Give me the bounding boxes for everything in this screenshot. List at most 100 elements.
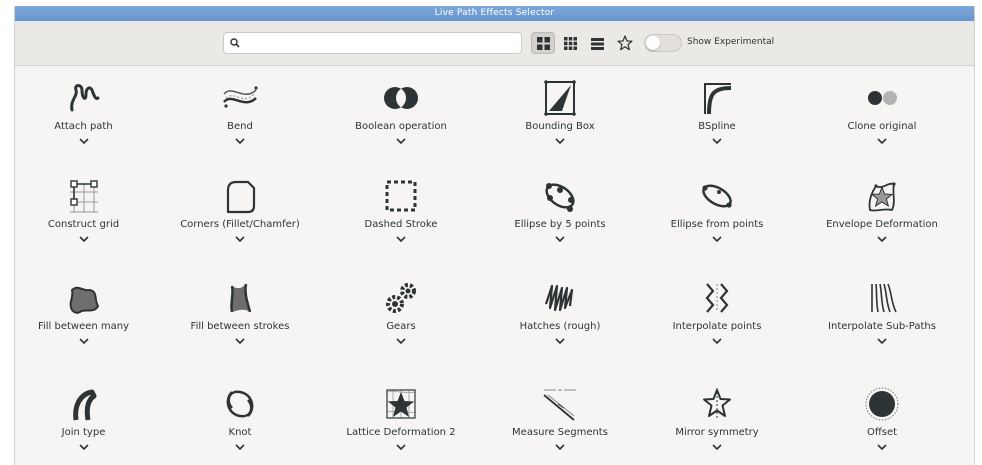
bounding-box-icon (544, 80, 576, 116)
large-grid-icon (536, 36, 550, 50)
effect-item-measure-segments[interactable]: Measure Segments (474, 372, 646, 465)
knot-icon (226, 390, 254, 418)
chevron-down-icon[interactable] (396, 236, 406, 242)
chevron-down-icon[interactable] (712, 236, 722, 242)
effect-label: Attach path (54, 121, 113, 132)
effects-grid: Attach path Bend Boolean operation Bound… (15, 66, 974, 465)
effect-label: Measure Segments (512, 427, 608, 438)
ellipse-5-points-icon (545, 183, 575, 212)
effect-label: Knot (228, 427, 252, 438)
effect-label: Gears (386, 321, 416, 332)
search-icon (230, 38, 240, 48)
bspline-icon (704, 83, 732, 115)
effect-item-knot[interactable]: Knot (152, 372, 328, 465)
chevron-down-icon[interactable] (555, 444, 565, 450)
effect-item-construct-grid[interactable]: Construct grid (15, 164, 152, 266)
effect-label: Boolean operation (355, 121, 447, 132)
effect-item-bounding-box[interactable]: Bounding Box (474, 66, 646, 164)
effect-label: Ellipse from points (670, 219, 764, 230)
chevron-down-icon[interactable] (877, 236, 887, 242)
chevron-down-icon[interactable] (78, 236, 89, 242)
effect-label: Construct grid (47, 219, 120, 230)
effect-label: Clone original (847, 121, 917, 132)
star-icon (617, 35, 633, 51)
effect-item-offset[interactable]: Offset (788, 372, 974, 465)
small-grid-view-button[interactable] (558, 32, 582, 54)
search-input[interactable] (246, 35, 520, 53)
effect-label: Lattice Deformation 2 (346, 427, 456, 438)
chevron-down-icon[interactable] (877, 444, 887, 450)
fill-between-strokes-icon (230, 283, 252, 313)
effect-item-join-type[interactable]: Join type (15, 372, 152, 465)
chevron-down-icon[interactable] (235, 236, 245, 242)
chevron-down-icon[interactable] (396, 338, 406, 344)
show-experimental-toggle[interactable] (644, 34, 682, 52)
gears-icon (386, 283, 416, 313)
effect-item-interpolate-points[interactable]: Interpolate points (646, 266, 788, 372)
effect-item-lattice-deformation-2[interactable]: Lattice Deformation 2 (328, 372, 474, 465)
chevron-down-icon[interactable] (78, 338, 89, 344)
show-experimental-label: Show Experimental (687, 37, 775, 47)
effect-item-gears[interactable]: Gears (328, 266, 474, 372)
effect-item-dashed-stroke[interactable]: Dashed Stroke (328, 164, 474, 266)
effect-label: Hatches (rough) (519, 321, 601, 332)
chevron-down-icon[interactable] (235, 444, 245, 450)
chevron-down-icon[interactable] (555, 138, 565, 144)
boolean-operation-icon (384, 87, 418, 109)
large-grid-view-button[interactable] (531, 32, 555, 54)
effect-label: Fill between strokes (190, 321, 290, 332)
join-type-icon (72, 389, 96, 421)
chevron-down-icon[interactable] (555, 236, 565, 242)
chevron-down-icon[interactable] (712, 338, 722, 344)
toggle-knob (646, 36, 660, 50)
lpe-selector-window: Live Path Effects Selector Show Experime… (14, 6, 975, 465)
effect-label: Mirror symmetry (675, 427, 759, 438)
chevron-down-icon[interactable] (78, 444, 89, 450)
offset-icon (865, 387, 899, 421)
chevron-down-icon[interactable] (712, 444, 722, 450)
chevron-down-icon[interactable] (877, 138, 887, 144)
effect-item-hatches-rough[interactable]: Hatches (rough) (474, 266, 646, 372)
interpolate-subpaths-icon (871, 283, 897, 313)
chevron-down-icon[interactable] (396, 138, 406, 144)
effect-item-fill-between-strokes[interactable]: Fill between strokes (152, 266, 328, 372)
construct-grid-icon (69, 180, 98, 213)
effect-label: Ellipse by 5 points (514, 219, 606, 230)
bend-icon (223, 86, 258, 108)
chevron-down-icon[interactable] (235, 138, 245, 144)
corners-icon (226, 180, 256, 214)
effect-item-mirror-symmetry[interactable]: Mirror symmetry (646, 372, 788, 465)
effect-item-clone-original[interactable]: Clone original (788, 66, 974, 164)
ellipse-from-points-icon (702, 184, 732, 208)
effect-item-bend[interactable]: Bend (152, 66, 328, 164)
interpolate-points-icon (705, 283, 729, 313)
window-title: Live Path Effects Selector (15, 6, 974, 21)
chevron-down-icon[interactable] (235, 338, 245, 344)
effect-label: Offset (866, 427, 898, 438)
lattice-deformation-icon (386, 389, 416, 419)
effect-label: Interpolate points (672, 321, 762, 332)
measure-segments-icon (543, 388, 576, 421)
effect-item-boolean-operation[interactable]: Boolean operation (328, 66, 474, 164)
effect-item-ellipse-from-points[interactable]: Ellipse from points (646, 164, 788, 266)
small-grid-icon (563, 36, 577, 50)
effect-label: Bend (227, 121, 253, 132)
attach-path-icon (69, 84, 99, 112)
effect-item-interpolate-subpaths[interactable]: Interpolate Sub-Paths (788, 266, 974, 372)
effect-item-envelope-deformation[interactable]: Envelope Deformation (788, 164, 974, 266)
favorites-filter-button[interactable] (613, 32, 637, 54)
search-box[interactable] (223, 32, 522, 54)
chevron-down-icon[interactable] (877, 338, 887, 344)
chevron-down-icon[interactable] (555, 338, 565, 344)
effect-item-ellipse-5-points[interactable]: Ellipse by 5 points (474, 164, 646, 266)
clone-original-icon (868, 91, 897, 105)
effect-item-corners[interactable]: Corners (Fillet/Chamfer) (152, 164, 328, 266)
effect-item-attach-path[interactable]: Attach path (15, 66, 152, 164)
chevron-down-icon[interactable] (396, 444, 406, 450)
list-view-button[interactable] (585, 32, 609, 54)
effect-item-bspline[interactable]: BSpline (646, 66, 788, 164)
effect-label: Envelope Deformation (826, 219, 938, 230)
chevron-down-icon[interactable] (78, 138, 89, 144)
effect-item-fill-between-many[interactable]: Fill between many (15, 266, 152, 372)
chevron-down-icon[interactable] (712, 138, 722, 144)
